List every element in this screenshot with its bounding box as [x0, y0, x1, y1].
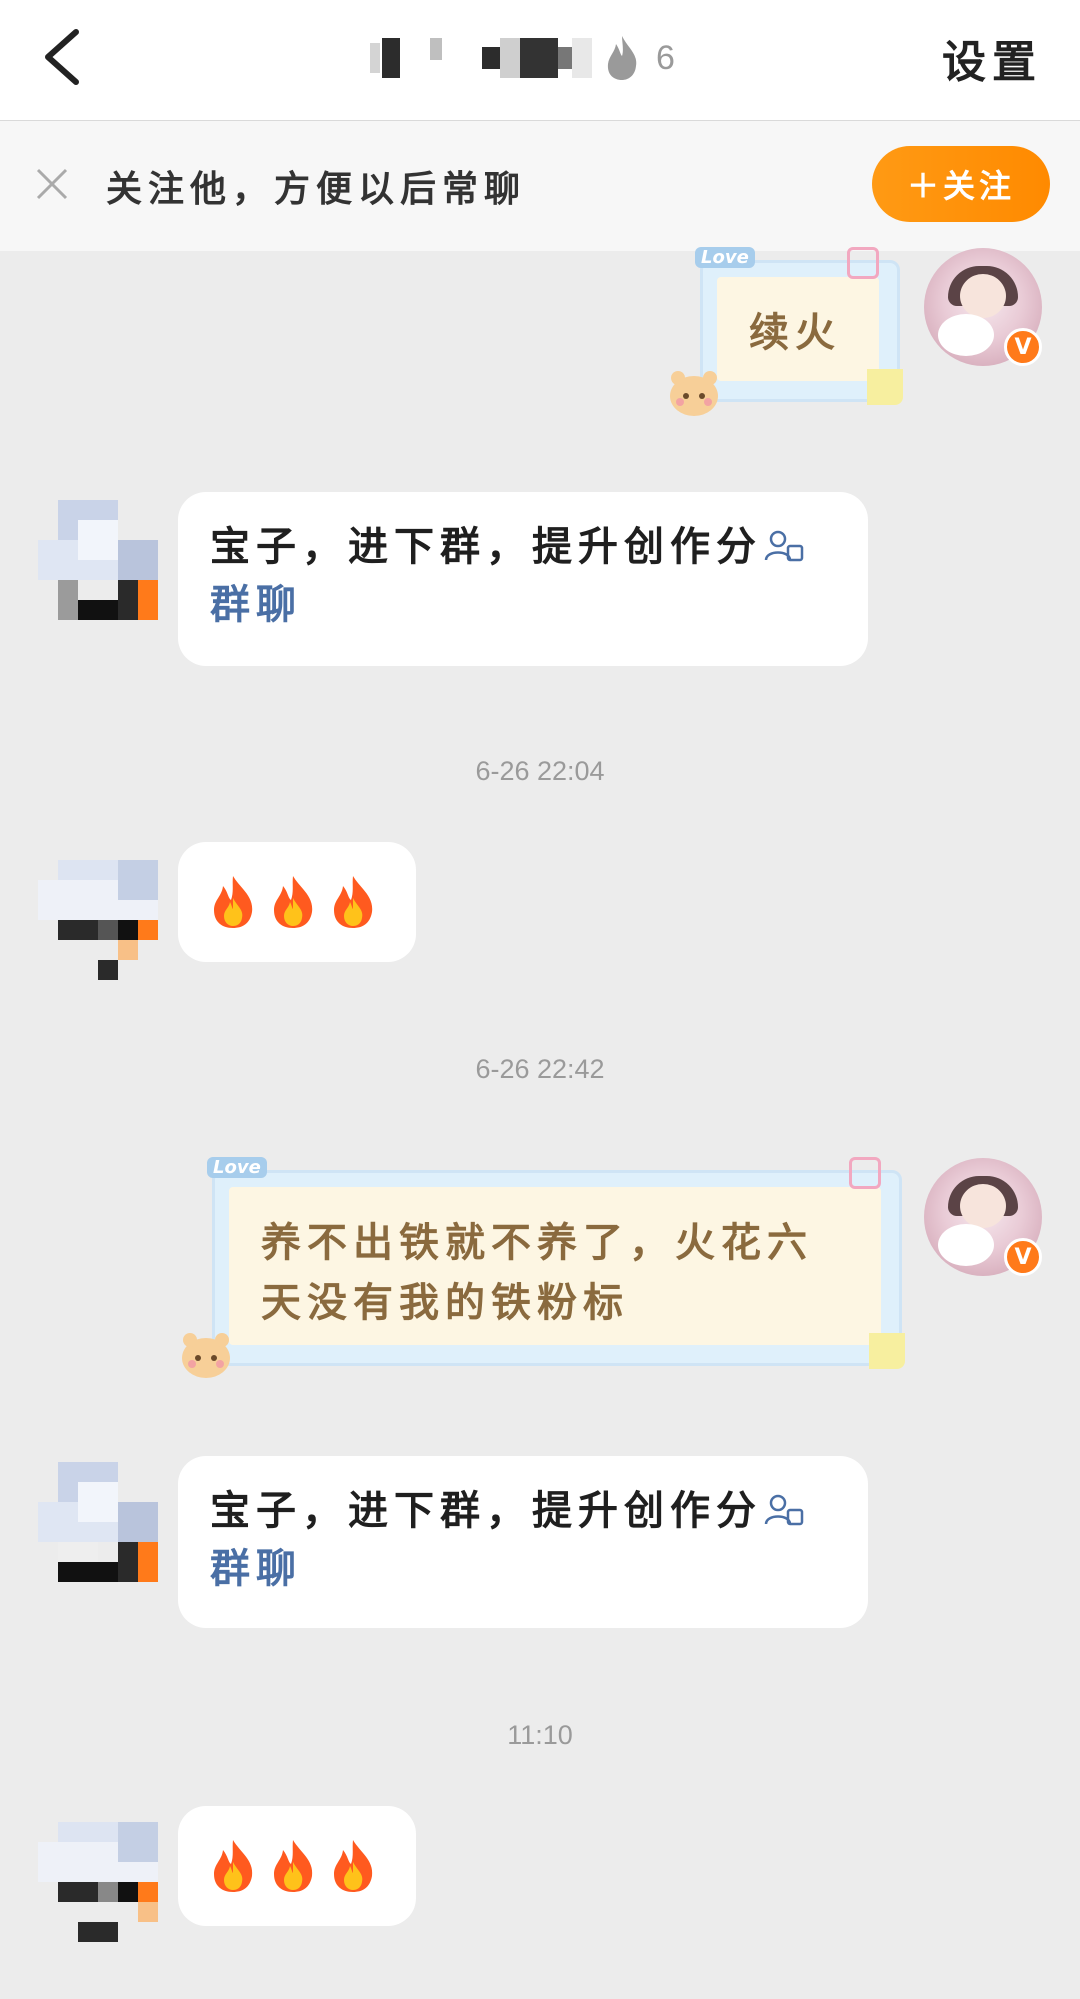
top-bar: 6 设置	[0, 0, 1080, 121]
bear-sticker-icon	[182, 1333, 230, 1378]
message-bubble[interactable]	[178, 842, 416, 962]
message-text-line-1: 养不出铁就不养了，火花六	[261, 1219, 813, 1266]
fire-emoji-icon	[274, 1840, 313, 1892]
clip-decoration	[849, 1157, 881, 1189]
group-chat-link[interactable]: 群聊	[210, 581, 302, 628]
close-icon[interactable]	[34, 166, 70, 202]
clip-decoration	[847, 247, 879, 279]
fire-emoji-icon	[274, 876, 313, 928]
follow-hint-text: 关注他，方便以后常聊	[106, 168, 527, 210]
timestamp: 6-26 22:04	[475, 756, 605, 786]
vip-badge: V	[1004, 1238, 1042, 1276]
fire-emoji-icon	[334, 1840, 373, 1892]
timestamp: 6-26 22:42	[475, 1054, 605, 1084]
my-note-bubble[interactable]: Love 养不出铁就不养了，火花六 天没有我的铁粉标	[207, 1157, 905, 1369]
fire-emoji-icon	[334, 876, 373, 928]
flame-icon	[607, 36, 637, 80]
contact-avatar[interactable]	[38, 1822, 162, 1946]
fire-emoji-icon	[214, 1840, 253, 1892]
back-button[interactable]	[36, 24, 96, 90]
message-text-line-2: 天没有我的铁粉标	[261, 1279, 629, 1326]
settings-button[interactable]: 设置	[942, 26, 1042, 90]
my-avatar[interactable]: V	[924, 248, 1042, 366]
fire-emoji-icon	[214, 876, 253, 928]
love-sticker: Love	[695, 247, 755, 268]
bear-sticker-icon	[670, 371, 718, 416]
vip-badge: V	[1004, 328, 1042, 366]
contact-avatar[interactable]	[38, 500, 162, 624]
message-bubble[interactable]: 宝子，进下群，提升创作分 群聊	[178, 492, 868, 666]
username-mosaic	[370, 33, 592, 83]
fire-emoji-row	[178, 842, 416, 962]
contact-avatar[interactable]	[38, 860, 162, 984]
group-chat-icon	[764, 1494, 804, 1526]
streak-count: 6	[656, 38, 675, 77]
contact-avatar[interactable]	[38, 1462, 162, 1586]
message-text: 宝子，进下群，提升创作分	[210, 523, 762, 570]
my-note-bubble[interactable]: Love 续火	[695, 247, 903, 405]
chevron-left-icon	[45, 29, 79, 85]
chat-screen: 6 设置 关注他，方便以后常聊 ＋关注 Love 续火 V 宝子，进下群，提升创…	[0, 0, 1080, 1999]
message-bubble[interactable]	[178, 1806, 416, 1926]
group-chat-link[interactable]: 群聊	[210, 1545, 302, 1592]
message-text: 续火	[749, 309, 841, 356]
message-text: 宝子，进下群，提升创作分	[210, 1487, 762, 1534]
fire-emoji-row	[178, 1806, 416, 1926]
chat-title: 6	[370, 28, 675, 88]
love-sticker: Love	[207, 1157, 267, 1178]
timestamp: 11:10	[507, 1720, 573, 1750]
group-chat-icon	[764, 530, 804, 562]
follow-button[interactable]: ＋关注	[872, 146, 1050, 222]
message-bubble[interactable]: 宝子，进下群，提升创作分 群聊	[178, 1456, 868, 1628]
my-avatar[interactable]: V	[924, 1158, 1042, 1276]
